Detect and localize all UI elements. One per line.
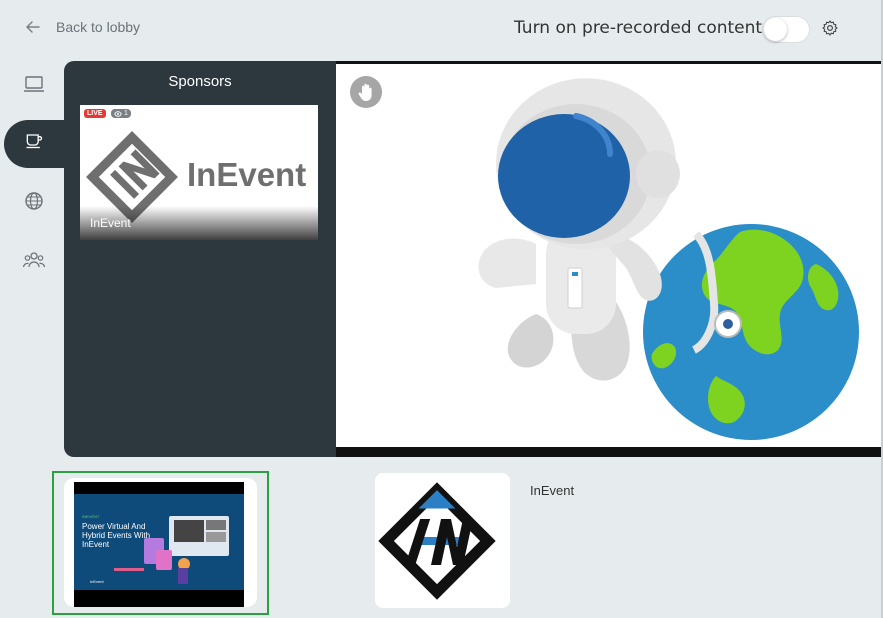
- arrow-left-icon: [26, 21, 40, 33]
- panel-title: Sponsors: [168, 73, 232, 90]
- selected-video-thumbnail[interactable]: INEVENT Power Virtual And Hybrid Events …: [52, 471, 269, 615]
- sponsor-logo-card[interactable]: [375, 473, 510, 608]
- sponsors-panel: Sponsors InEvent LIVE 1 InEvent: [64, 61, 336, 457]
- back-to-lobby-link[interactable]: Back to lobby: [24, 18, 140, 36]
- astronaut-globe-illustration: [478, 78, 859, 440]
- eye-icon: [114, 110, 122, 117]
- inevent-logo-icon: [378, 482, 496, 600]
- viewer-count: 1: [124, 110, 128, 117]
- sponsor-card-name: InEvent: [90, 216, 131, 230]
- video-stage[interactable]: [336, 61, 881, 457]
- live-badge: LIVE: [84, 109, 106, 118]
- thumbnail-video: INEVENT Power Virtual And Hybrid Events …: [74, 482, 244, 607]
- toggle-knob: [764, 18, 787, 41]
- svg-text:InEvent: InEvent: [187, 156, 306, 193]
- thumbnail-frame: INEVENT Power Virtual And Hybrid Events …: [64, 478, 257, 607]
- thumbnail-screen: INEVENT Power Virtual And Hybrid Events …: [74, 494, 244, 590]
- prerecorded-toggle[interactable]: [762, 16, 810, 43]
- coffee-icon[interactable]: [24, 130, 44, 150]
- prerecorded-toggle-label: Turn on pre-recorded content: [514, 18, 763, 38]
- back-label: Back to lobby: [56, 19, 141, 35]
- thumbnail-brand: InEvent: [90, 579, 104, 584]
- laptop-icon[interactable]: [22, 72, 46, 96]
- sponsor-card[interactable]: InEvent LIVE 1 InEvent: [80, 105, 318, 240]
- thumbnail-graphic: [114, 516, 229, 584]
- gear-icon[interactable]: [821, 19, 839, 37]
- viewer-count-badge: 1: [111, 109, 131, 118]
- people-icon[interactable]: [22, 248, 46, 272]
- sponsor-name: InEvent: [530, 483, 575, 498]
- globe-icon[interactable]: [22, 189, 46, 213]
